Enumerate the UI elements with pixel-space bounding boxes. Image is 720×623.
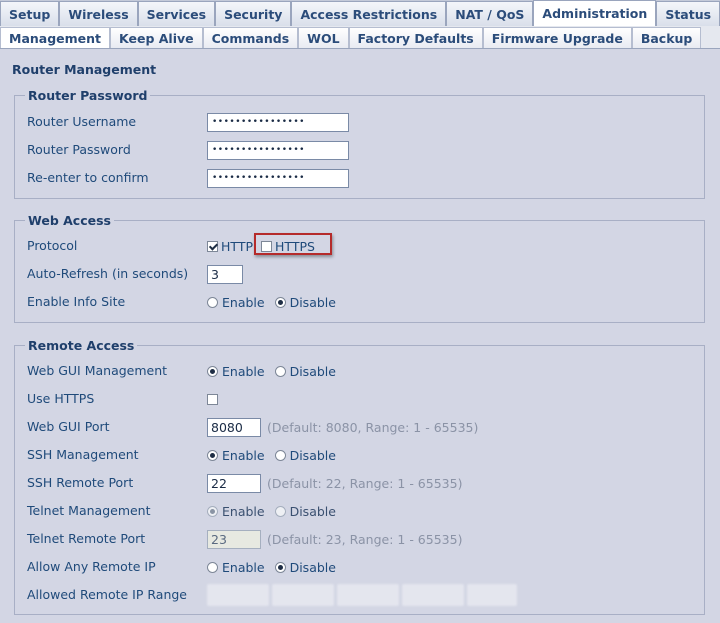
router-password-input[interactable]: •••••••••••••••• (207, 140, 349, 160)
info-site-disable-label: Disable (289, 294, 336, 310)
telnet-enable-label: Enable (222, 503, 265, 519)
web-gui-disable-radio[interactable] (274, 365, 286, 377)
subtab-commands[interactable]: Commands (202, 27, 299, 48)
http-checkbox[interactable] (207, 240, 218, 252)
router-password-legend: Router Password (25, 88, 151, 103)
subtab-firmware-upgrade[interactable]: Firmware Upgrade (482, 27, 632, 48)
subtab-keep-alive[interactable]: Keep Alive (110, 27, 203, 48)
use-https-label: Use HTTPS (27, 391, 95, 406)
any-ip-enable-label: Enable (222, 559, 265, 575)
telnet-enable-radio[interactable] (207, 505, 218, 517)
router-username-label: Router Username (27, 114, 137, 129)
page-title: Router Management (12, 62, 157, 77)
web-gui-enable-label: Enable (222, 363, 265, 379)
ssh-remote-port-input[interactable]: 22 (207, 473, 261, 493)
ip-range-inputs[interactable] (207, 584, 517, 606)
web-gui-port-input[interactable]: 8080 (207, 417, 261, 437)
ssh-enable-label: Enable (222, 447, 265, 463)
ssh-management-label: SSH Management (27, 447, 139, 462)
ip-range-field-2[interactable] (272, 584, 334, 606)
web-gui-port-label: Web GUI Port (27, 419, 110, 434)
https-highlight-box (254, 233, 332, 255)
tab-administration[interactable]: Administration (533, 0, 657, 26)
ip-range-field-1[interactable] (207, 584, 269, 606)
http-label: HTTP (221, 238, 253, 254)
router-password-label: Router Password (27, 142, 131, 157)
router-username-input[interactable]: •••••••••••••••• (207, 112, 349, 132)
remote-access-legend: Remote Access (25, 338, 138, 353)
info-site-disable-radio[interactable] (274, 296, 286, 308)
allowed-ip-range-label: Allowed Remote IP Range (27, 587, 187, 602)
telnet-remote-port-input[interactable]: 23 (207, 529, 261, 549)
telnet-remote-port-label: Telnet Remote Port (27, 531, 146, 546)
tab-setup[interactable]: Setup (0, 1, 60, 26)
ssh-remote-port-hint: (Default: 22, Range: 1 - 65535) (267, 475, 463, 491)
telnet-disable-radio[interactable] (274, 505, 286, 517)
auto-refresh-input[interactable]: 3 (207, 264, 243, 284)
any-ip-disable-label: Disable (289, 559, 336, 575)
ip-range-field-5[interactable] (467, 584, 517, 606)
telnet-disable-label: Disable (289, 503, 336, 519)
subtab-factory-defaults[interactable]: Factory Defaults (348, 27, 483, 48)
subtab-management[interactable]: Management (0, 27, 111, 48)
use-https-checkbox[interactable] (207, 393, 218, 405)
ip-range-field-4[interactable] (402, 584, 464, 606)
tab-services[interactable]: Services (137, 1, 216, 26)
protocol-label: Protocol (27, 238, 78, 253)
subtab-wol[interactable]: WOL (298, 27, 349, 48)
auto-refresh-label: Auto-Refresh (in seconds) (27, 266, 189, 281)
web-access-legend: Web Access (25, 213, 114, 228)
any-ip-disable-radio[interactable] (274, 561, 286, 573)
ssh-disable-label: Disable (289, 447, 336, 463)
web-gui-disable-label: Disable (289, 363, 336, 379)
web-gui-port-hint: (Default: 8080, Range: 1 - 65535) (267, 419, 479, 435)
confirm-password-input[interactable]: •••••••••••••••• (207, 168, 349, 188)
ip-range-field-3[interactable] (337, 584, 399, 606)
sub-tab-bar: Management Keep Alive Commands WOL Facto… (0, 26, 720, 49)
ssh-remote-port-label: SSH Remote Port (27, 475, 134, 490)
web-access-section: Web Access Protocol HTTP HTTPS Auto-Refr… (14, 213, 705, 323)
router-password-section: Router Password Router Username ••••••••… (14, 88, 705, 199)
web-gui-enable-radio[interactable] (207, 365, 218, 377)
telnet-remote-port-hint: (Default: 23, Range: 1 - 65535) (267, 531, 463, 547)
tab-security[interactable]: Security (215, 1, 292, 26)
info-site-enable-label: Enable (222, 294, 265, 310)
info-site-label: Enable Info Site (27, 294, 126, 309)
info-site-enable-radio[interactable] (207, 296, 218, 308)
any-ip-enable-radio[interactable] (207, 561, 218, 573)
confirm-password-label: Re-enter to confirm (27, 170, 149, 185)
tab-status[interactable]: Status (656, 1, 720, 26)
ssh-enable-radio[interactable] (207, 449, 218, 461)
telnet-management-label: Telnet Management (27, 503, 151, 518)
allow-any-ip-label: Allow Any Remote IP (27, 559, 156, 574)
web-gui-management-label: Web GUI Management (27, 363, 168, 378)
tab-wireless[interactable]: Wireless (59, 1, 138, 26)
tab-access-restrictions[interactable]: Access Restrictions (291, 1, 447, 26)
main-tab-bar: Setup Wireless Services Security Access … (0, 0, 720, 27)
remote-access-section: Remote Access Web GUI Management Enable … (14, 338, 705, 615)
subtab-backup[interactable]: Backup (631, 27, 702, 48)
tab-nat-qos[interactable]: NAT / QoS (446, 1, 534, 26)
ssh-disable-radio[interactable] (274, 449, 286, 461)
